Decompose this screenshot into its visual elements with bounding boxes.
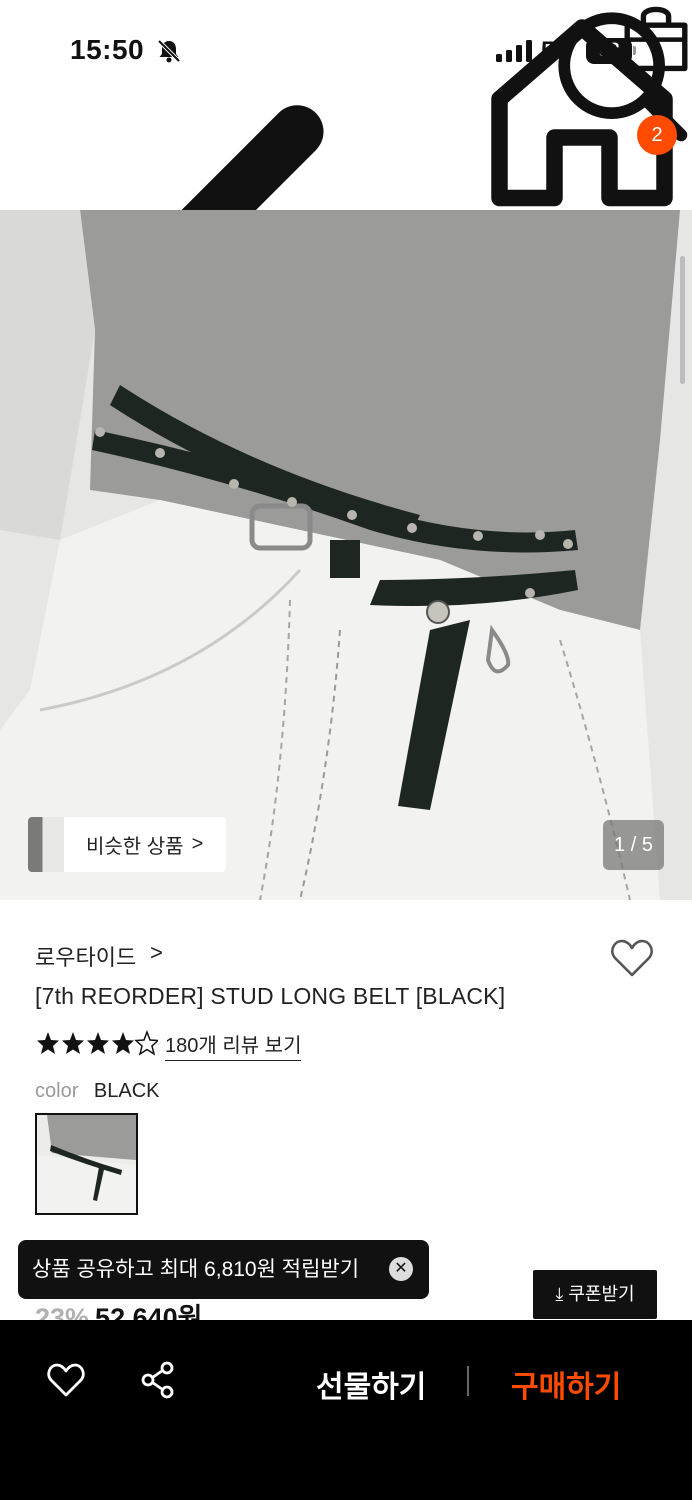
bottom-action-bar — [0, 1320, 692, 1500]
similar-products-thumbnail — [28, 817, 64, 872]
cart-icon[interactable] — [620, 0, 692, 72]
product-image-carousel[interactable] — [0, 210, 692, 900]
similar-products-label: 비슷한 상품 — [86, 836, 184, 858]
color-option-row: color BLACK — [35, 1080, 160, 1103]
color-value: BLACK — [93, 1080, 160, 1102]
color-swatch-black[interactable] — [35, 1113, 138, 1215]
share-icon[interactable] — [138, 1360, 178, 1400]
heart-icon[interactable] — [610, 938, 654, 978]
heart-icon[interactable] — [46, 1360, 86, 1400]
review-link[interactable]: 180개 리뷰 보기 — [165, 1029, 302, 1061]
similar-products-button[interactable]: 비슷한 상품 > — [28, 817, 226, 872]
chevron-right-icon: > — [191, 833, 204, 855]
image-counter: 1 / 5 — [603, 820, 664, 870]
buy-button[interactable]: 구매하기 — [511, 1362, 621, 1406]
rating-stars-icon — [37, 1031, 158, 1055]
close-icon[interactable]: ✕ — [389, 1257, 413, 1281]
toast-text: 상품 공유하고 최대 6,810원 적립받기 — [32, 1258, 360, 1281]
download-icon: ⤓ — [555, 1284, 569, 1304]
brand-link[interactable]: 로우타이드 — [35, 940, 136, 972]
coupon-button[interactable]: ⤓ 쿠폰받기 — [533, 1270, 657, 1319]
color-label: color — [35, 1080, 79, 1102]
product-title: [7th REORDER] STUD LONG BELT [BLACK] — [35, 983, 506, 1009]
page-scrollbar[interactable] — [680, 256, 685, 384]
swatch-thumbnail — [37, 1115, 136, 1213]
chevron-right-icon: > — [150, 940, 163, 965]
bottom-divider — [467, 1366, 469, 1396]
coupon-label: 쿠폰받기 — [568, 1284, 635, 1304]
cart-count-badge: 2 — [637, 115, 677, 155]
product-photo — [0, 210, 692, 900]
gift-button[interactable]: 선물하기 — [316, 1362, 426, 1406]
share-reward-toast: 상품 공유하고 최대 6,810원 적립받기 — [18, 1240, 429, 1299]
